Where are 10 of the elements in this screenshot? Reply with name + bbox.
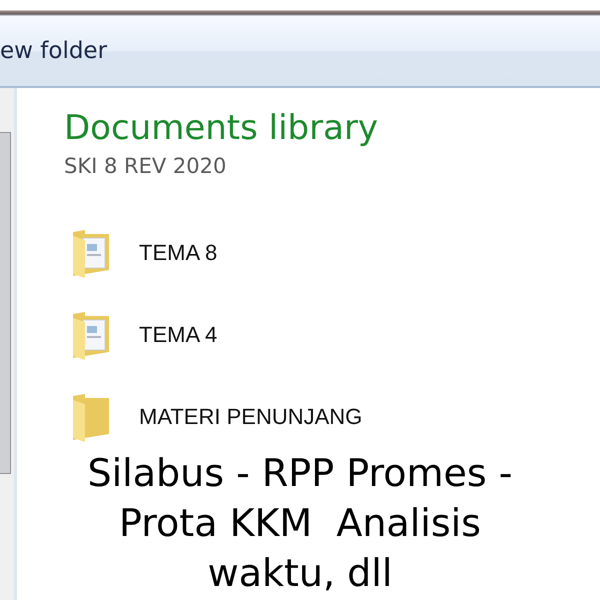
caption-text: Prota KKM Analisis	[118, 500, 482, 547]
folder-name[interactable]: TEMA 8	[139, 240, 218, 266]
library-subtitle: SKI 8 REV 2020	[64, 154, 228, 178]
caption-text: Silabus - RPP Promes -	[86, 450, 514, 497]
caption-text: waktu, dll	[206, 550, 394, 597]
folder-name[interactable]: TEMA 4	[139, 322, 218, 348]
folder-name[interactable]: MATERI PENUNJANG	[139, 404, 362, 430]
library-title: Documents library	[64, 108, 380, 148]
scrollbar-thumb[interactable]	[0, 132, 11, 474]
new-folder-button[interactable]: ew folder	[0, 38, 108, 64]
